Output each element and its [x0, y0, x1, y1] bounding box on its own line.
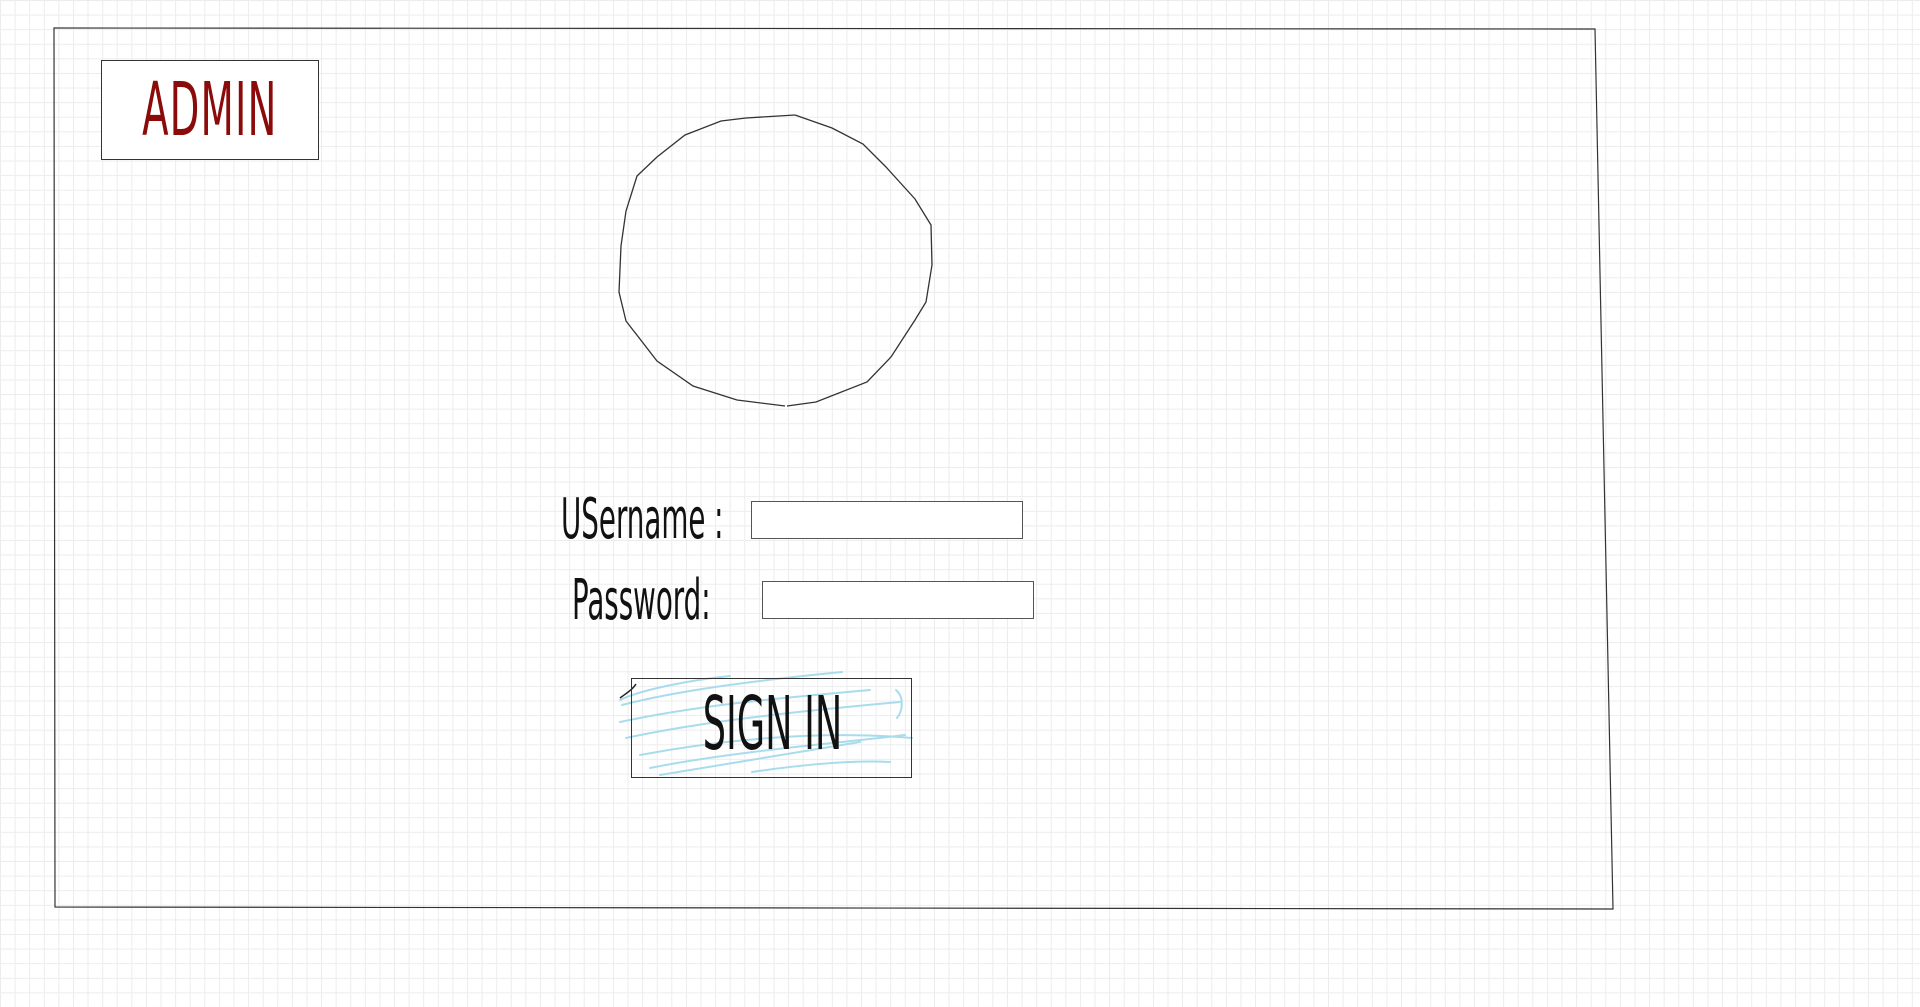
password-input[interactable] [762, 581, 1034, 619]
admin-logo: ADMIN [101, 60, 319, 160]
admin-logo-text: ADMIN [142, 67, 278, 153]
sign-in-button[interactable]: SIGN IN [631, 678, 912, 778]
username-label: USername : [561, 487, 724, 552]
wireframe-canvas: ADMIN USername : Password: SIGN IN [0, 0, 1920, 1007]
avatar-placeholder-icon [618, 114, 933, 407]
sign-in-button-label: SIGN IN [702, 681, 843, 767]
password-label: Password: [572, 568, 711, 633]
username-input[interactable] [751, 501, 1023, 539]
